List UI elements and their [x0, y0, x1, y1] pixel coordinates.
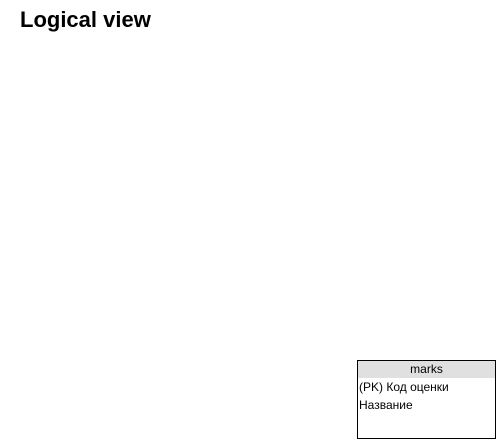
entity-field-name: Название: [359, 398, 413, 412]
entity-header: marks: [358, 361, 495, 378]
page-title: Logical view: [20, 7, 151, 32]
logical-view-page: Logical view marks (PK) Код оценки Назва…: [0, 0, 498, 441]
entity-marks[interactable]: marks (PK) Код оценки Название: [357, 360, 496, 439]
entity-field-pk: (PK) Код оценки: [359, 380, 449, 394]
